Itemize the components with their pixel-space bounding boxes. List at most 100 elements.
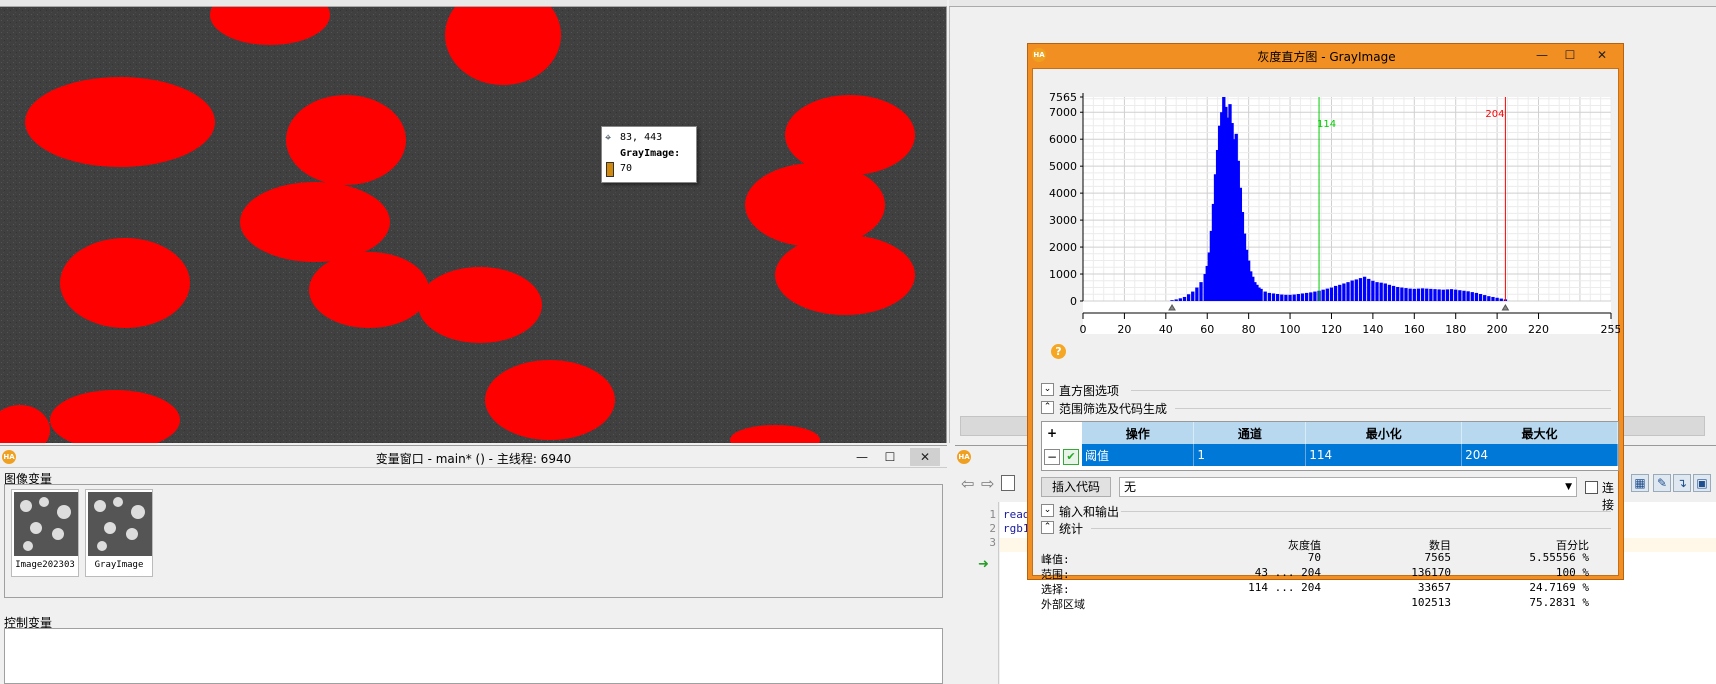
insert-code-button[interactable]: 插入代码 [1041,477,1111,497]
control-vars-list[interactable] [4,628,943,684]
stats-row-gray: 114 ... 204 [1248,581,1321,594]
graphics-canvas[interactable] [0,0,947,443]
line-numbers: 1 2 3 [956,508,996,550]
remove-row-button[interactable]: − [1044,449,1060,465]
close-button[interactable]: ✕ [910,448,940,466]
histogram-plot[interactable]: 114204 010002000300040005000600070007565… [1033,69,1620,334]
close-button[interactable]: ✕ [1584,46,1620,64]
x-tick-label: 140 [1362,323,1383,334]
x-tick-label: 255 [1601,323,1621,334]
stats-row-percent: 75.2831 % [1529,596,1589,609]
histogram-bar [1338,284,1342,301]
app-logo-icon: HA [957,450,971,464]
forward-arrow-icon[interactable]: ⇨ [981,474,994,493]
histogram-bar [1466,291,1470,301]
histogram-bar [1350,280,1354,301]
histogram-bar [1271,293,1276,301]
threshold-check-icon[interactable]: ✔ [1063,449,1079,465]
clipboard-icon[interactable] [1001,475,1015,491]
histogram-bar [1267,292,1272,301]
histogram-bar [1470,292,1474,301]
section-histogram-options[interactable]: ⌄ 直方图选项 [1041,381,1616,399]
collapse-icon[interactable]: ⌃ [1041,401,1054,414]
histogram-bar [1437,289,1441,301]
gray-swatch-icon [606,162,614,177]
x-tick-label: 20 [1117,323,1131,334]
cell-channel[interactable]: 1 [1193,444,1307,466]
section-io[interactable]: ⌄ 输入和输出 [1041,502,1616,520]
histogram-bar [1429,288,1433,301]
iconic-var-name: Image202303 [15,560,75,570]
histogram-bar [1174,299,1178,301]
cell-min[interactable]: 114 [1305,444,1463,466]
x-tick-label: 60 [1200,323,1214,334]
expand-icon[interactable]: ⌄ [1041,383,1054,396]
stats-row-count: 7565 [1424,551,1452,564]
x-tick-label: 180 [1445,323,1466,334]
iconic-var-thumb[interactable]: Image202303 [11,489,79,577]
histogram-bar [1420,288,1425,301]
histogram-bar [1358,278,1363,301]
mode-select[interactable]: 无 ▼ [1119,477,1577,497]
histogram-bar [1445,289,1450,301]
step-icon[interactable]: ↴ [1673,474,1691,492]
minimize-button[interactable]: — [1528,46,1556,64]
section-range-filter[interactable]: ⌃ 范围筛选及代码生成 [1041,399,1616,417]
histogram-bar [1375,282,1379,301]
tooltip-image-name: GrayImage: [620,148,681,159]
x-tick-label: 200 [1487,323,1508,334]
histogram-bar [1333,285,1338,301]
maximize-button[interactable]: ☐ [1556,46,1584,64]
stats-row-count: 136170 [1411,566,1451,579]
save-icon[interactable]: ▣ [1693,474,1711,492]
line-number: 3 [989,536,996,549]
histogram-bar [1478,293,1483,301]
histogram-bar [1408,288,1412,301]
histogram-bar [1462,290,1466,301]
histogram-bar [1292,294,1296,301]
histogram-bar [1367,278,1371,301]
histogram-bar [1425,288,1429,301]
maximize-button[interactable]: ☐ [876,448,904,466]
range-grid[interactable]: 操作 通道 最小化 最大化 阈值 1 114 204 [1082,422,1618,466]
max-threshold-label: 204 [1485,109,1504,120]
help-icon[interactable]: ? [1051,344,1066,359]
crosshair-icon: ⌖ [605,131,612,144]
section-stats[interactable]: ⌃ 统计 [1041,519,1616,537]
histogram-bar [1275,293,1280,301]
cell-max[interactable]: 204 [1461,444,1618,466]
minimize-button[interactable]: — [848,448,876,466]
histogram-bar [1441,289,1445,301]
cell-op[interactable]: 阈值 [1082,444,1195,466]
calendar-icon[interactable]: ▦ [1631,474,1649,492]
line-number: 2 [989,522,996,535]
line-number: 1 [989,508,996,521]
histogram-bar [1449,289,1454,301]
edit-icon[interactable]: ✎ [1653,474,1671,492]
collapse-icon[interactable]: ⌃ [1041,521,1054,534]
histogram-bar [1259,288,1263,301]
back-arrow-icon[interactable]: ⇦ [961,474,974,493]
graphics-window[interactable]: ⌖ 83, 443 GrayImage: 70 [0,0,947,443]
divider [1131,390,1611,391]
code-line: read [1003,508,1030,521]
histogram-bar [1186,294,1191,301]
iconic-var-thumb[interactable]: GrayImage [85,489,153,577]
histogram-bar [1391,285,1396,301]
histogram-bar [1433,289,1437,301]
histogram-bar [1325,288,1329,301]
table-row[interactable]: 阈值 1 114 204 [1082,444,1618,466]
code-lines: read rgb1 [1003,508,1030,536]
connect-checkbox[interactable] [1585,481,1598,494]
y-tick-label: 7565 [1049,91,1077,104]
x-tick-label: 0 [1080,323,1087,334]
section-label: 统计 [1059,522,1084,536]
x-tick-label: 160 [1404,323,1425,334]
gray-histogram-dialog: HA 灰度直方图 - GrayImage — ☐ ✕ 114 204 0 1000 2… [1027,43,1624,611]
histogram-bar [1491,296,1495,301]
tooltip-value: 70 [620,163,633,174]
expand-icon[interactable]: ⌄ [1041,504,1054,517]
stats-table: 灰度值 数目 百分比 峰值: 70 7565 5.55556 % 范围: 43 ... 2… [1041,537,1616,611]
stats-row-count: 33657 [1417,581,1451,594]
